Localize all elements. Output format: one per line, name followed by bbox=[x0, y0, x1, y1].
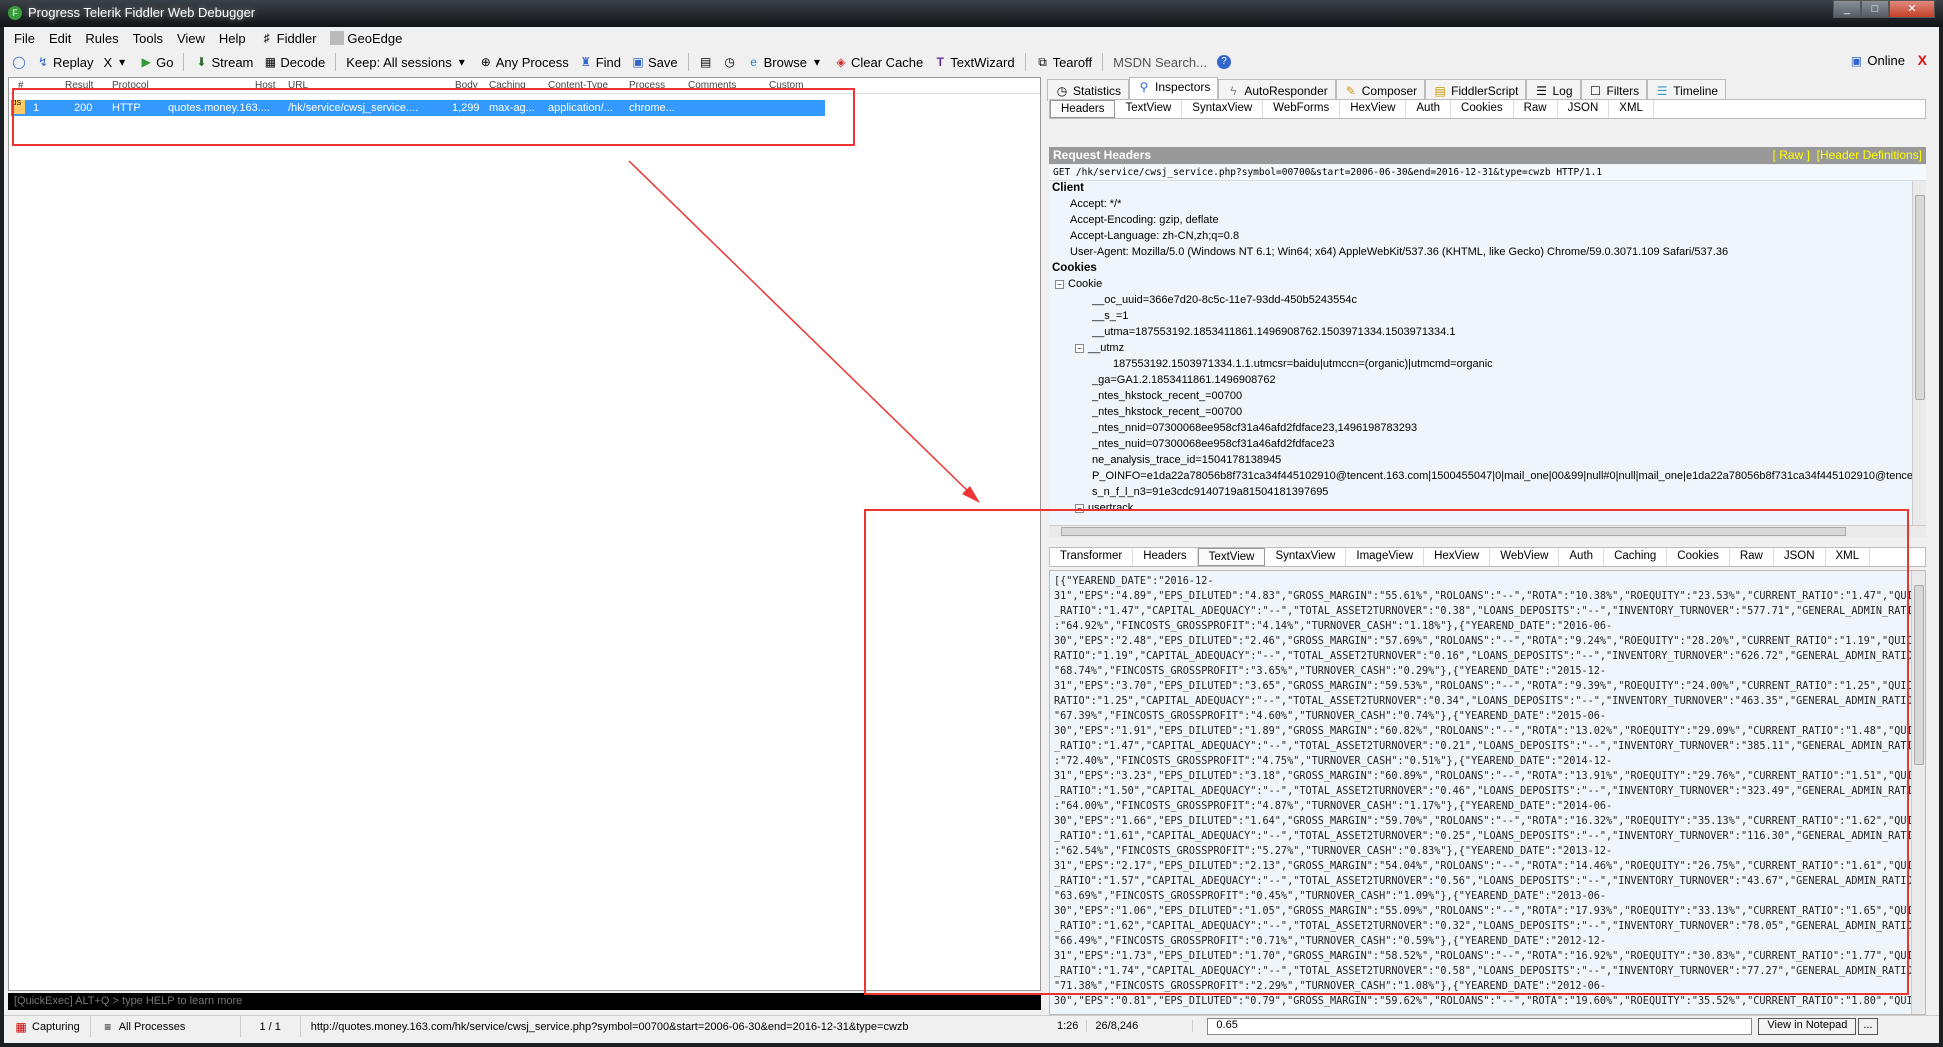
annotation-arrow bbox=[628, 160, 980, 503]
